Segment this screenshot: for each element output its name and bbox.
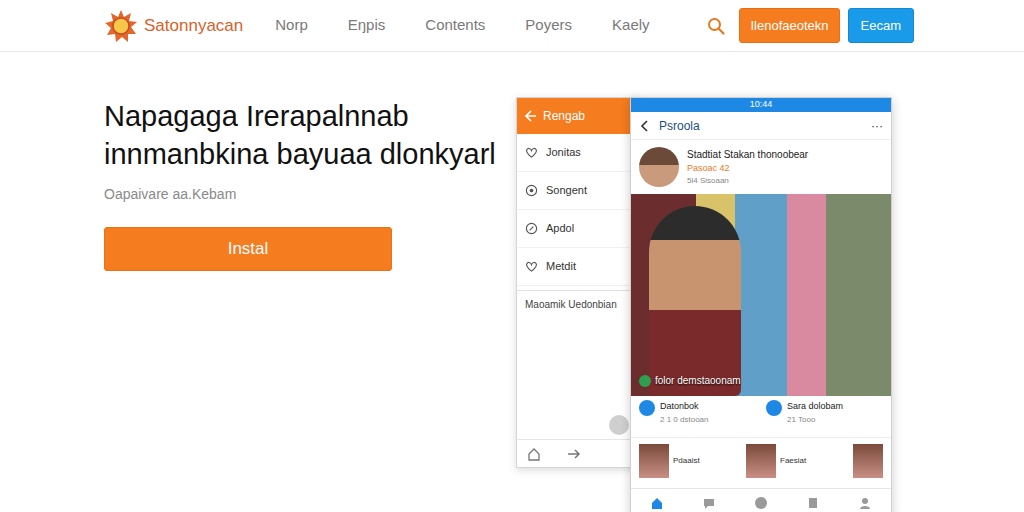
signup-button[interactable]: Ilenofaeotekn [739,8,839,44]
title-line: Napagaga Irerapalnnab [104,97,516,135]
nav-menu: Norp Eŋpis Contents Poyers Kaely [275,14,649,37]
thumb-list: Pdaaist Faesiat [631,438,891,484]
phone-bottom-nav [517,439,639,467]
profile-row: Stadtiat Stakan thonoobear Pasoac 42 5l4… [631,140,891,194]
bookmark-icon[interactable] [806,496,820,510]
menu-label: Apdol [546,220,574,237]
menu-item[interactable]: Apdol [517,210,639,248]
camera-icon[interactable] [754,496,768,510]
menu-item[interactable]: Songent [517,172,639,210]
phone-mockups: Rengab Jonitas Songent Apdol Metdit Maoamik… [516,97,1024,512]
tab-button[interactable] [631,489,683,512]
post-item[interactable]: Datonbok2 1 0 dstooan [639,400,756,433]
profile-meta: 5l4 Sisoaan [687,175,808,187]
phone-note: Maoamik Uedonbian [517,290,639,320]
thumb-label: Pdaaist [673,455,700,467]
phone-header: Rengab [517,98,639,134]
login-button[interactable]: Eecam [848,8,914,44]
user-icon [639,400,655,416]
profile-name: Stadtiat Stakan thonoobear [687,147,808,162]
post-item[interactable]: Sara dolobam21 Tooo [766,400,883,433]
menu-label: Jonitas [546,144,581,161]
home-icon[interactable] [650,496,664,510]
status-bar: 10:44 [631,98,891,112]
back-arrow-icon[interactable] [525,110,537,122]
more-button[interactable]: ··· [871,117,883,135]
caption-text: folor demstaoonam [655,373,741,388]
menu-item[interactable]: Metdit [517,248,639,286]
menu-item[interactable]: Jonitas [517,134,639,172]
phone-menu: Jonitas Songent Apdol Metdit [517,134,639,286]
back-arrow-icon[interactable] [639,120,651,132]
title-line: innmanbkina bayuaa dlonkyarl [104,135,516,173]
post-photo[interactable]: folor demstaoonam [631,194,891,396]
nav-link[interactable]: Eŋpis [348,14,386,37]
phone-title: Psroola [659,117,700,135]
nav-link[interactable]: Poyers [525,14,572,37]
tab-button[interactable] [683,489,735,512]
phone-tab-bar [631,488,891,512]
post-text: Datonbok2 1 0 dstooan [660,400,708,426]
profile-subtitle: Pasoac 42 [687,162,808,176]
thumb-item[interactable]: Pdaaist [639,444,738,478]
avatar[interactable] [639,147,679,187]
home-icon[interactable] [527,447,541,461]
post-text: Sara dolobam21 Tooo [787,400,843,426]
heart-icon[interactable] [525,146,538,159]
phone-right: 10:44 Psroola ··· Stadtiat Stakan thonoo… [630,97,892,512]
forward-icon[interactable] [567,447,581,461]
hero-text: Napagaga Irerapalnnab innmanbkina bayuaa… [104,97,516,512]
tab-button[interactable] [839,489,891,512]
location-icon [639,375,651,387]
nav-link[interactable]: Norp [275,14,308,37]
user-icon [766,400,782,416]
brand-name[interactable]: Satonnyacan [144,13,243,39]
phone-header: Psroola ··· [631,112,891,140]
install-button[interactable]: Instal [104,227,392,271]
chat-icon[interactable] [702,496,716,510]
thumb-picture [639,444,669,478]
post-list: Datonbok2 1 0 dstooan Sara dolobam21 Tooo [631,396,891,438]
phone-left: Rengab Jonitas Songent Apdol Metdit Maoamik… [516,97,640,468]
tab-button[interactable] [787,489,839,512]
photo-caption: folor demstaoonam [639,373,741,388]
post-meta: 21 Tooo [787,414,843,426]
post-name: Datonbok [660,400,708,414]
nav-link[interactable]: Kaely [612,14,650,37]
thumb-picture [746,444,776,478]
thumb-label: Faesiat [780,455,806,467]
thumb-picture[interactable] [853,444,883,478]
hero: Napagaga Irerapalnnab innmanbkina bayuaa… [0,52,1024,512]
search-icon[interactable] [707,17,725,35]
sun-logo-icon[interactable] [104,9,138,43]
target-icon[interactable] [525,184,538,197]
nav-link[interactable]: Contents [425,14,485,37]
profile-icon[interactable] [858,496,872,510]
circle-icon[interactable] [525,222,538,235]
chat-bubble-icon[interactable] [609,415,629,435]
thumb-item[interactable]: Faesiat [746,444,845,478]
post-name: Sara dolobam [787,400,843,414]
menu-label: Songent [546,182,587,199]
post-meta: 2 1 0 dstooan [660,414,708,426]
top-bar: Satonnyacan Norp Eŋpis Contents Poyers Kaely… [0,0,1024,52]
hero-subtitle: Oapaivare aa.Kebam [104,184,516,205]
menu-label: Metdit [546,258,576,275]
tab-button[interactable] [735,489,787,512]
status-time: 10:44 [750,98,773,112]
phone-title: Rengab [543,107,585,125]
hero-title: Napagaga Irerapalnnab innmanbkina bayuaa… [104,97,516,174]
heart-icon[interactable] [525,260,538,273]
